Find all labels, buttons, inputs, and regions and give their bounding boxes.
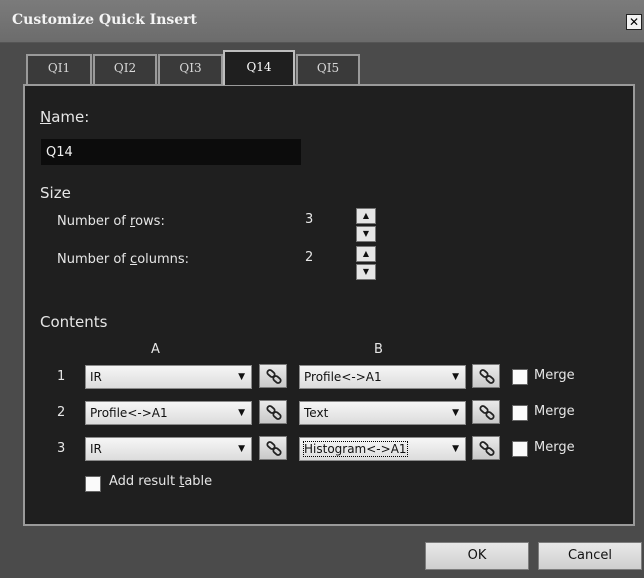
column-a-header: A bbox=[151, 342, 160, 357]
name-input[interactable] bbox=[41, 139, 301, 165]
row2-a-link-button[interactable] bbox=[259, 400, 287, 424]
tab-label: Q14 bbox=[246, 60, 272, 74]
row2-a-combo[interactable]: Profile<->A1 ▼ bbox=[85, 401, 252, 425]
row-number: 2 bbox=[57, 405, 66, 420]
tab-qi5[interactable]: QI5 bbox=[296, 54, 360, 84]
merge-label: Merge bbox=[534, 440, 575, 455]
tab-label: QI2 bbox=[113, 61, 137, 75]
add-result-table-checkbox[interactable] bbox=[85, 476, 101, 492]
tab-label: QI5 bbox=[316, 61, 340, 75]
spin-up-icon[interactable]: ▲ bbox=[356, 208, 376, 224]
row2-b-combo[interactable]: Text ▼ bbox=[299, 401, 466, 425]
link-icon bbox=[266, 369, 282, 384]
spin-down-icon[interactable]: ▼ bbox=[356, 226, 376, 242]
link-icon bbox=[479, 441, 495, 456]
tab-label: QI3 bbox=[179, 61, 202, 75]
row3-b-combo[interactable]: Histogram<->A1 ▼ bbox=[299, 437, 466, 461]
row3-merge-checkbox[interactable] bbox=[512, 441, 528, 457]
combo-value: Profile<->A1 bbox=[304, 370, 382, 384]
dropdown-arrow-icon: ▼ bbox=[238, 408, 245, 418]
name-label: Name: bbox=[40, 108, 90, 126]
close-button[interactable]: ✕ bbox=[626, 14, 642, 30]
tab-label: QI1 bbox=[47, 61, 71, 75]
dropdown-arrow-icon: ▼ bbox=[452, 372, 459, 382]
dropdown-arrow-icon: ▼ bbox=[452, 408, 459, 418]
row-number: 1 bbox=[57, 369, 66, 384]
columns-value[interactable]: 2 bbox=[305, 250, 313, 265]
combo-value: IR bbox=[90, 442, 102, 456]
cancel-button[interactable]: Cancel bbox=[538, 542, 642, 570]
columns-spinner[interactable]: ▲ ▼ bbox=[356, 246, 376, 280]
row3-a-combo[interactable]: IR ▼ bbox=[85, 437, 252, 461]
close-icon: ✕ bbox=[628, 15, 640, 29]
row1-a-combo[interactable]: IR ▼ bbox=[85, 365, 252, 389]
row3-b-link-button[interactable] bbox=[472, 436, 500, 460]
row1-merge-checkbox[interactable] bbox=[512, 369, 528, 385]
combo-value: IR bbox=[90, 370, 102, 384]
dropdown-arrow-icon: ▼ bbox=[238, 444, 245, 454]
tab-qi2[interactable]: QI2 bbox=[93, 54, 157, 84]
link-icon bbox=[479, 405, 495, 420]
contents-heading: Contents bbox=[40, 313, 108, 331]
link-icon bbox=[266, 441, 282, 456]
ok-button[interactable]: OK bbox=[425, 542, 529, 570]
title-bar: Customize Quick Insert ✕ bbox=[0, 0, 644, 43]
row2-merge-checkbox[interactable] bbox=[512, 405, 528, 421]
dropdown-arrow-icon: ▼ bbox=[238, 372, 245, 382]
row-number: 3 bbox=[57, 441, 66, 456]
row1-a-link-button[interactable] bbox=[259, 364, 287, 388]
tab-q14[interactable]: Q14 bbox=[223, 50, 295, 85]
size-heading: Size bbox=[40, 184, 71, 202]
tab-qi1[interactable]: QI1 bbox=[26, 54, 92, 84]
row2-b-link-button[interactable] bbox=[472, 400, 500, 424]
spin-down-icon[interactable]: ▼ bbox=[356, 264, 376, 280]
add-result-table-label: Add result table bbox=[109, 474, 213, 489]
window-title: Customize Quick Insert bbox=[12, 12, 198, 28]
merge-label: Merge bbox=[534, 404, 575, 419]
row1-b-link-button[interactable] bbox=[472, 364, 500, 388]
column-b-header: B bbox=[374, 342, 383, 357]
link-icon bbox=[266, 405, 282, 420]
combo-value: Histogram<->A1 bbox=[303, 441, 408, 457]
rows-label: Number of rows: bbox=[57, 214, 165, 229]
row3-a-link-button[interactable] bbox=[259, 436, 287, 460]
dropdown-arrow-icon: ▼ bbox=[452, 444, 459, 454]
rows-spinner[interactable]: ▲ ▼ bbox=[356, 208, 376, 242]
combo-value: Profile<->A1 bbox=[90, 406, 168, 420]
rows-value[interactable]: 3 bbox=[305, 212, 313, 227]
link-icon bbox=[479, 369, 495, 384]
spin-up-icon[interactable]: ▲ bbox=[356, 246, 376, 262]
merge-label: Merge bbox=[534, 368, 575, 383]
tab-qi3[interactable]: QI3 bbox=[158, 54, 223, 84]
columns-label: Number of columns: bbox=[57, 252, 190, 267]
row1-b-combo[interactable]: Profile<->A1 ▼ bbox=[299, 365, 466, 389]
combo-value: Text bbox=[304, 406, 329, 420]
